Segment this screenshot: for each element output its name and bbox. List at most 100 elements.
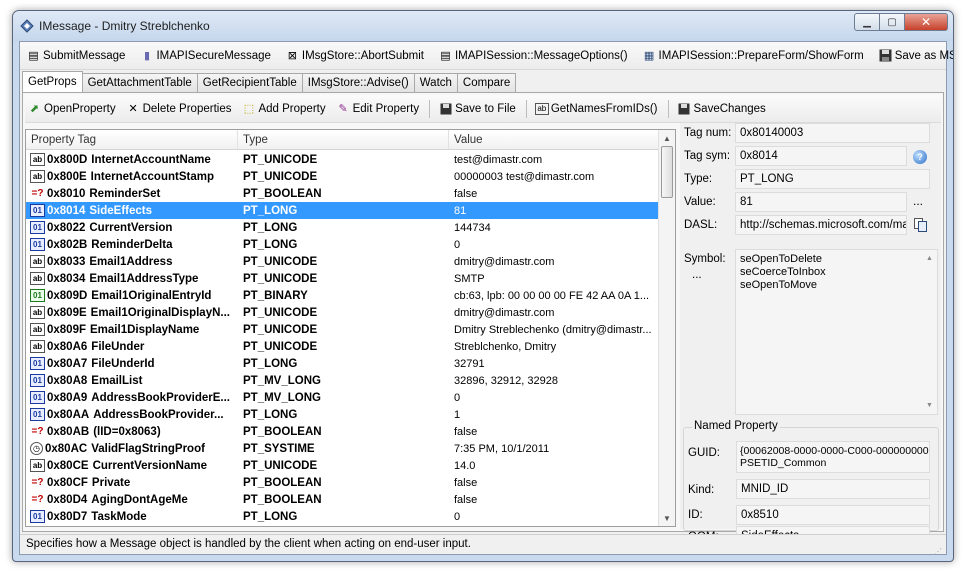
- tab-getprops[interactable]: GetProps: [22, 71, 83, 92]
- copy-icon[interactable]: [914, 218, 927, 232]
- property-value-cell: 0: [454, 391, 461, 404]
- save-msg-button[interactable]: Save as MSG file: [878, 49, 953, 63]
- property-value-cell: 0: [454, 510, 461, 523]
- tag-sym-field[interactable]: 0x8014: [735, 146, 907, 166]
- table-row[interactable]: ab 0x809E Email1OriginalDisplayN... PT_UNIC…: [26, 304, 660, 321]
- scroll-down-icon[interactable]: ▼: [659, 510, 675, 526]
- submit-message-label: SubmitMessage: [43, 49, 126, 62]
- property-tag-name: FileUnderId: [91, 357, 155, 370]
- delete-properties-button[interactable]: ✕ Delete Properties: [126, 102, 232, 116]
- open-property-button[interactable]: ⬈ OpenProperty: [27, 102, 116, 116]
- table-row[interactable]: 01 0x802B ReminderDelta PT_LONG 0: [26, 236, 660, 253]
- table-row[interactable]: 01 0x80A7 FileUnderId PT_LONG 32791: [26, 355, 660, 372]
- property-tag-name: TaskMode: [91, 510, 147, 523]
- table-row[interactable]: 01 0x80A8 EmailList PT_MV_LONG 32896, 32912,…: [26, 372, 660, 389]
- getprops-panel: ⬈ OpenProperty ✕ Delete Properties ⬚ Add…: [22, 92, 944, 546]
- message-options-button[interactable]: ▤ IMAPISession::MessageOptions(): [438, 49, 627, 63]
- dasl-field[interactable]: http://schemas.microsoft.com/mapi: [735, 215, 907, 235]
- tab-compare[interactable]: Compare: [456, 73, 517, 92]
- tag-num-field[interactable]: 0x80140003: [735, 123, 930, 143]
- list-scrollbar[interactable]: ▲ ▼: [658, 130, 675, 526]
- get-names-button[interactable]: ab GetNamesFromIDs(): [534, 102, 658, 115]
- delete-properties-label: Delete Properties: [142, 102, 232, 115]
- table-row[interactable]: 01 0x809D Email1OriginalEntryId PT_BINARY cb…: [26, 287, 660, 304]
- scroll-thumb[interactable]: [661, 146, 673, 198]
- tab-watch[interactable]: Watch: [413, 73, 458, 92]
- help-icon[interactable]: ?: [913, 150, 927, 164]
- abort-submit-button[interactable]: ⊠ IMsgStore::AbortSubmit: [285, 49, 424, 63]
- table-row[interactable]: =? 0x80AB (lID=0x8063) PT_BOOLEAN false: [26, 423, 660, 440]
- property-tag-number: 0x80AA: [47, 408, 90, 421]
- table-row[interactable]: ab 0x800E InternetAccountStamp PT_UNICODE 00…: [26, 168, 660, 185]
- tab-attachment-table[interactable]: GetAttachmentTable: [81, 73, 198, 92]
- table-row[interactable]: =? 0x8010 ReminderSet PT_BOOLEAN false: [26, 185, 660, 202]
- close-button[interactable]: ✕: [904, 13, 948, 31]
- type-field[interactable]: PT_LONG: [735, 169, 930, 189]
- column-header-tag[interactable]: Property Tag: [26, 130, 238, 149]
- property-tag-cell: 01 0x80D7 TaskMode: [26, 510, 238, 523]
- tab-recipient-table[interactable]: GetRecipientTable: [196, 73, 303, 92]
- secure-message-button[interactable]: ▮ IMAPISecureMessage: [139, 49, 271, 63]
- value-field[interactable]: 81: [735, 192, 907, 212]
- table-row[interactable]: =? 0x80D4 AgingDontAgeMe PT_BOOLEAN false: [26, 491, 660, 508]
- value-more-button[interactable]: ...: [913, 194, 923, 208]
- property-tag-cell: ab 0x800D InternetAccountName: [26, 153, 238, 166]
- table-row[interactable]: 01 0x8014 SideEffects PT_LONG 81: [26, 202, 660, 219]
- add-property-button[interactable]: ⬚ Add Property: [241, 102, 326, 116]
- guid-value: {00062008-0000-0000-C000-000000000046}: [740, 445, 930, 457]
- table-row[interactable]: 01 0x80AA AddressBookProvider... PT_LONG 1: [26, 406, 660, 423]
- property-type-cell: PT_UNICODE: [243, 255, 318, 268]
- table-row[interactable]: ab 0x80CE CurrentVersionName PT_UNICODE 14.0: [26, 457, 660, 474]
- app-icon: [20, 19, 34, 33]
- symbol-more-button[interactable]: ...: [692, 269, 702, 281]
- long-type-icon: 01: [30, 238, 45, 251]
- property-value-cell: SMTP: [454, 272, 485, 285]
- resize-grip-icon[interactable]: ⋰: [934, 542, 944, 556]
- table-row[interactable]: ab 0x8033 Email1Address PT_UNICODE dmitry@di…: [26, 253, 660, 270]
- property-tag-number: 0x800E: [47, 170, 87, 183]
- bool-type-icon: =?: [31, 493, 44, 505]
- symbol-scroll-down-icon[interactable]: ▼: [926, 399, 933, 412]
- table-row[interactable]: 01 0x8022 CurrentVersion PT_LONG 144734: [26, 219, 660, 236]
- column-header-type[interactable]: Type: [238, 130, 449, 149]
- type-label: Type:: [684, 173, 713, 185]
- symbol-label: Symbol:: [684, 253, 726, 265]
- toolbar-separator: [429, 99, 431, 118]
- save-to-file-button[interactable]: Save to File: [438, 102, 516, 116]
- property-type-cell: PT_UNICODE: [243, 340, 318, 353]
- guid-field[interactable]: {00062008-0000-0000-C000-000000000046} P…: [736, 441, 930, 473]
- property-value-cell: 1: [454, 408, 461, 421]
- property-list[interactable]: Property Tag Type Value ab 0x800D Internet…: [25, 129, 676, 527]
- property-tag-number: 0x8014: [47, 204, 86, 217]
- submit-message-button[interactable]: ▤ SubmitMessage: [26, 49, 125, 63]
- minimize-button[interactable]: ▁: [854, 13, 880, 31]
- scroll-up-icon[interactable]: ▲: [659, 130, 675, 146]
- prepare-form-button[interactable]: ▦ IMAPISession::PrepareForm/ShowForm: [642, 49, 864, 63]
- id-field[interactable]: 0x8510: [736, 505, 930, 525]
- save-changes-button[interactable]: SaveChanges: [677, 102, 766, 116]
- column-header-value[interactable]: Value: [449, 130, 659, 149]
- maximize-button[interactable]: ▢: [879, 13, 905, 31]
- table-row[interactable]: ab 0x800D InternetAccountName PT_UNICODE tes…: [26, 151, 660, 168]
- tab-advise[interactable]: IMsgStore::Advise(): [301, 73, 415, 92]
- table-row[interactable]: ◷ 0x80AC ValidFlagStringProof PT_SYSTIME 7:3…: [26, 440, 660, 457]
- property-value-cell: false: [454, 493, 478, 506]
- symbol-scrollbar[interactable]: ▲ ▼: [922, 250, 937, 414]
- table-row[interactable]: ab 0x80A6 FileUnder PT_UNICODE Streblchenko,…: [26, 338, 660, 355]
- table-row[interactable]: 01 0x80D7 TaskMode PT_LONG 0: [26, 508, 660, 525]
- property-value-cell: dmitry@dimastr.com: [454, 255, 555, 268]
- edit-property-button[interactable]: ✎ Edit Property: [336, 102, 419, 116]
- title-bar[interactable]: IMessage - Dmitry Streblchenko ▁ ▢ ✕: [13, 11, 953, 41]
- table-row[interactable]: 01 0x80A9 AddressBookProviderE... PT_MV_LON…: [26, 389, 660, 406]
- property-tag-name: (lID=0x8063): [93, 425, 161, 438]
- property-tag-cell: 01 0x80AA AddressBookProvider...: [26, 408, 238, 421]
- table-row[interactable]: =? 0x80CF Private PT_BOOLEAN false: [26, 474, 660, 491]
- property-tag-cell: ab 0x80CE CurrentVersionName: [26, 459, 238, 472]
- property-type-cell: PT_LONG: [243, 408, 298, 421]
- table-row[interactable]: ab 0x809F Email1DisplayName PT_UNICODE Dmitr…: [26, 321, 660, 338]
- table-row[interactable]: ab 0x8034 Email1AddressType PT_UNICODE SMTP: [26, 270, 660, 287]
- symbol-scroll-up-icon[interactable]: ▲: [926, 252, 933, 265]
- table-row[interactable]: ab0x81E3AddressCountryCodePT_UNICODE: [26, 525, 660, 526]
- symbol-list[interactable]: seOpenToDelete seCoerceToInbox seOpenToM…: [735, 249, 938, 415]
- kind-field[interactable]: MNID_ID: [736, 479, 930, 499]
